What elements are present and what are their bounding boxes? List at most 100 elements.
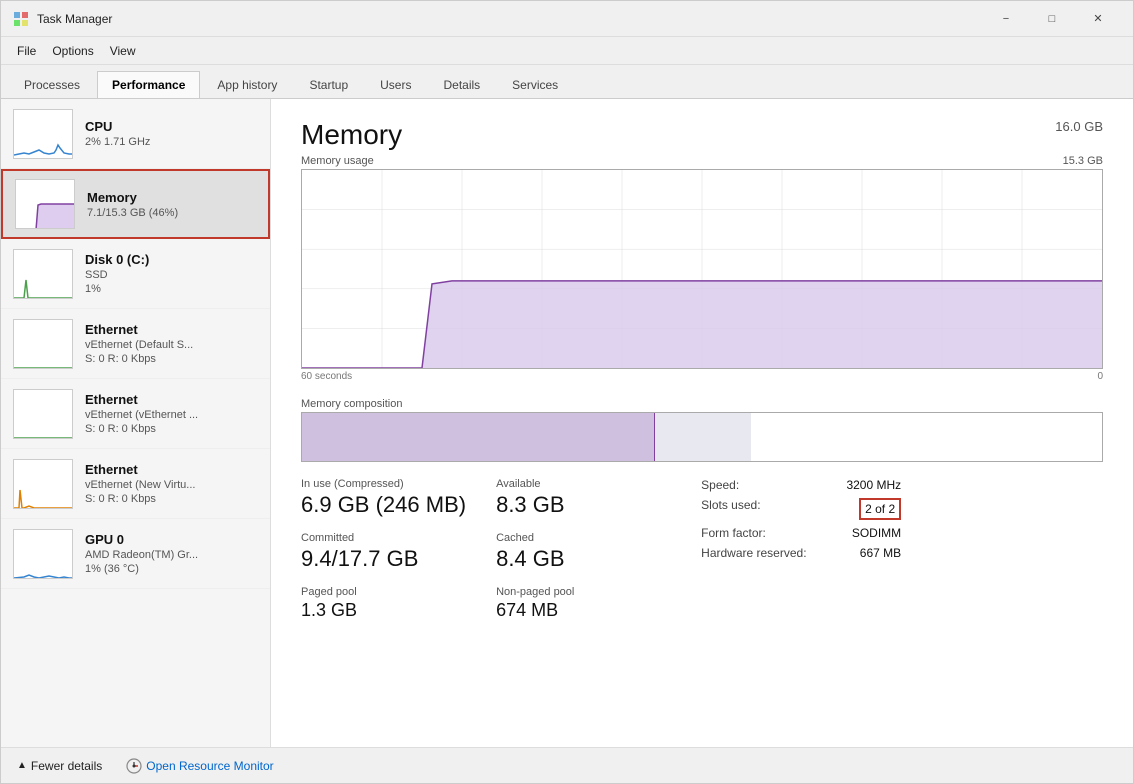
eth3-graph-thumbnail [13, 459, 73, 509]
sidebar-item-gpu[interactable]: GPU 0 AMD Radeon(TM) Gr... 1% (36 °C) [1, 519, 270, 589]
slots-value: 2 of 2 [859, 498, 901, 520]
eth3-sub2: S: 0 R: 0 Kbps [85, 493, 258, 505]
hardware-reserved-value: 667 MB [860, 546, 901, 560]
close-button[interactable]: ✕ [1075, 3, 1121, 35]
sidebar-item-disk[interactable]: Disk 0 (C:) SSD 1% [1, 239, 270, 309]
bottom-bar: ▲ Fewer details Open Resource Monitor [1, 747, 1133, 783]
tab-details[interactable]: Details [428, 71, 495, 98]
chart-label: Memory usage 15.3 GB [301, 155, 1103, 167]
composition-standby [655, 413, 751, 461]
sidebar: CPU 2% 1.71 GHz Memory 7.1/15.3 GB (46%) [1, 99, 271, 747]
fewer-details-label: Fewer details [31, 759, 102, 773]
paged-pool-label: Paged pool [301, 586, 466, 598]
tabs-bar: Processes Performance App history Startu… [1, 65, 1133, 99]
right-stats: Speed: 3200 MHz Slots used: 2 of 2 Form … [701, 478, 901, 621]
menu-bar: File Options View [1, 37, 1133, 65]
memory-title: Memory [87, 190, 256, 205]
sidebar-item-ethernet1[interactable]: Ethernet vEthernet (Default S... S: 0 R:… [1, 309, 270, 379]
stats-container: In use (Compressed) 6.9 GB (246 MB) Avai… [301, 478, 1103, 621]
form-factor-label: Form factor: [701, 526, 766, 540]
composition-free [751, 413, 1102, 461]
chart-bottom-labels: 60 seconds 0 [301, 371, 1103, 382]
gpu-sub2: 1% (36 °C) [85, 563, 258, 575]
tab-services[interactable]: Services [497, 71, 573, 98]
stat-paged-pool: Paged pool 1.3 GB [301, 586, 466, 621]
composition-label: Memory composition [301, 398, 1103, 410]
cpu-info: CPU 2% 1.71 GHz [85, 119, 258, 148]
available-value: 8.3 GB [496, 492, 661, 518]
disk-title: Disk 0 (C:) [85, 252, 258, 267]
detail-panel: Memory 16.0 GB Memory usage 15.3 GB [271, 99, 1133, 747]
speed-row: Speed: 3200 MHz [701, 478, 901, 492]
cpu-title: CPU [85, 119, 258, 134]
eth3-sub1: vEthernet (New Virtu... [85, 479, 258, 491]
memory-composition-section: Memory composition [301, 398, 1103, 462]
hardware-reserved-row: Hardware reserved: 667 MB [701, 546, 901, 560]
sidebar-item-cpu[interactable]: CPU 2% 1.71 GHz [1, 99, 270, 169]
fewer-details-button[interactable]: ▲ Fewer details [17, 759, 102, 773]
app-icon [13, 11, 29, 27]
slots-label: Slots used: [701, 498, 760, 520]
cpu-sub: 2% 1.71 GHz [85, 136, 258, 148]
form-factor-row: Form factor: SODIMM [701, 526, 901, 540]
paged-pool-value: 1.3 GB [301, 600, 466, 621]
speed-value: 3200 MHz [846, 478, 901, 492]
stat-committed: Committed 9.4/17.7 GB [301, 532, 466, 572]
eth1-title: Ethernet [85, 322, 258, 337]
cached-value: 8.4 GB [496, 546, 661, 572]
window-controls: − □ ✕ [983, 3, 1121, 35]
sidebar-item-ethernet3[interactable]: Ethernet vEthernet (New Virtu... S: 0 R:… [1, 449, 270, 519]
memory-composition-bar [301, 412, 1103, 462]
composition-in-use [302, 413, 654, 461]
eth2-sub2: S: 0 R: 0 Kbps [85, 423, 258, 435]
eth1-sub1: vEthernet (Default S... [85, 339, 258, 351]
eth2-info: Ethernet vEthernet (vEthernet ... S: 0 R… [85, 392, 258, 435]
window-title: Task Manager [37, 12, 983, 26]
memory-sub: 7.1/15.3 GB (46%) [87, 207, 256, 219]
form-factor-value: SODIMM [852, 526, 901, 540]
sidebar-item-ethernet2[interactable]: Ethernet vEthernet (vEthernet ... S: 0 R… [1, 379, 270, 449]
eth2-sub1: vEthernet (vEthernet ... [85, 409, 258, 421]
task-manager-window: Task Manager − □ ✕ File Options View Pro… [0, 0, 1134, 784]
non-paged-pool-value: 674 MB [496, 600, 661, 621]
minimize-button[interactable]: − [983, 3, 1029, 35]
tab-users[interactable]: Users [365, 71, 426, 98]
committed-value: 9.4/17.7 GB [301, 546, 466, 572]
tab-app-history[interactable]: App history [202, 71, 292, 98]
disk-info: Disk 0 (C:) SSD 1% [85, 252, 258, 295]
non-paged-pool-label: Non-paged pool [496, 586, 661, 598]
open-resource-monitor-label: Open Resource Monitor [146, 759, 273, 773]
memory-usage-chart [301, 169, 1103, 369]
gpu-info: GPU 0 AMD Radeon(TM) Gr... 1% (36 °C) [85, 532, 258, 575]
disk-sub2: 1% [85, 283, 258, 295]
committed-label: Committed [301, 532, 466, 544]
cached-label: Cached [496, 532, 661, 544]
sidebar-item-memory[interactable]: Memory 7.1/15.3 GB (46%) [1, 169, 270, 239]
memory-usage-section: Memory usage 15.3 GB [301, 155, 1103, 382]
menu-options[interactable]: Options [44, 40, 101, 62]
resource-monitor-icon [126, 758, 142, 774]
chart-max-label: 15.3 GB [1063, 155, 1103, 167]
open-resource-monitor-link[interactable]: Open Resource Monitor [126, 758, 273, 774]
tab-startup[interactable]: Startup [294, 71, 363, 98]
menu-view[interactable]: View [102, 40, 144, 62]
detail-header: Memory 16.0 GB [301, 119, 1103, 151]
in-use-value: 6.9 GB (246 MB) [301, 492, 466, 518]
stats-grid: In use (Compressed) 6.9 GB (246 MB) Avai… [301, 478, 661, 621]
menu-file[interactable]: File [9, 40, 44, 62]
tab-performance[interactable]: Performance [97, 71, 200, 98]
cpu-graph-thumbnail [13, 109, 73, 159]
title-bar: Task Manager − □ ✕ [1, 1, 1133, 37]
gpu-title: GPU 0 [85, 532, 258, 547]
stat-non-paged-pool: Non-paged pool 674 MB [496, 586, 661, 621]
chevron-down-icon: ▲ [17, 760, 27, 771]
speed-label: Speed: [701, 478, 739, 492]
maximize-button[interactable]: □ [1029, 3, 1075, 35]
eth2-title: Ethernet [85, 392, 258, 407]
eth1-graph-thumbnail [13, 319, 73, 369]
eth2-graph-thumbnail [13, 389, 73, 439]
tab-processes[interactable]: Processes [9, 71, 95, 98]
memory-graph-thumbnail [15, 179, 75, 229]
left-stats: In use (Compressed) 6.9 GB (246 MB) Avai… [301, 478, 661, 621]
disk-sub1: SSD [85, 269, 258, 281]
